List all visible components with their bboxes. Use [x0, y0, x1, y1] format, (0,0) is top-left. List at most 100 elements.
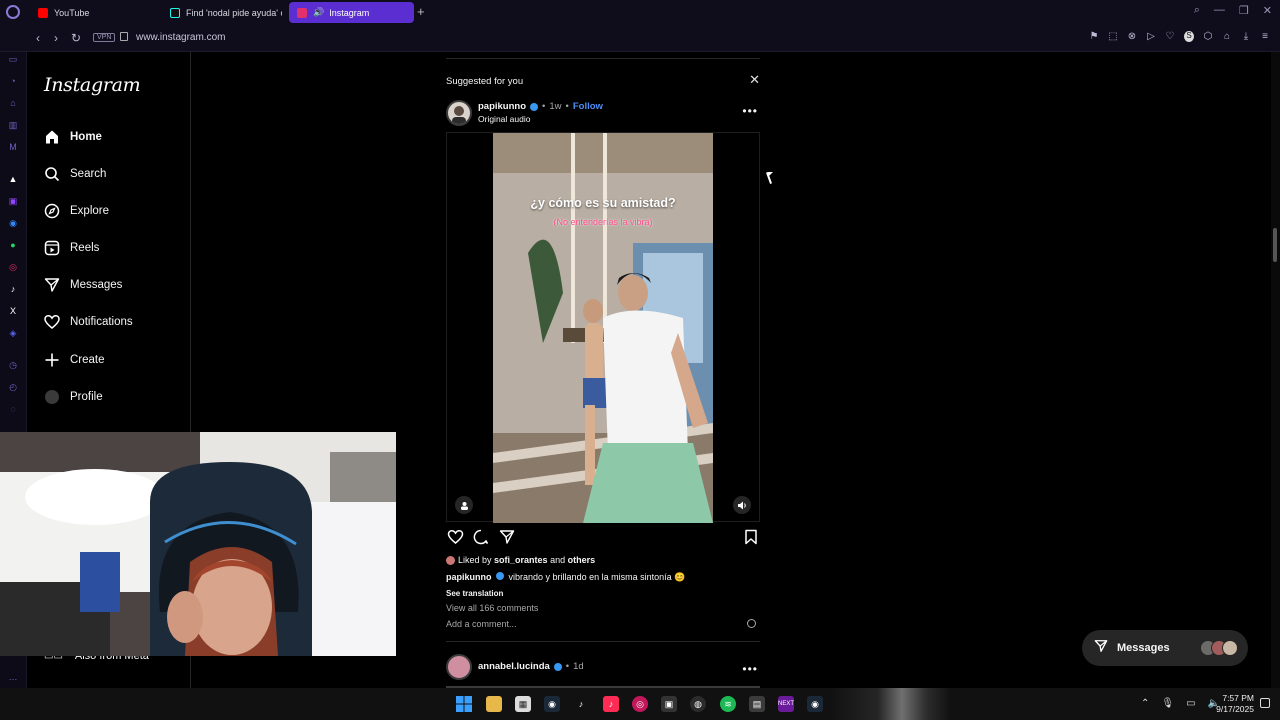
- network-icon[interactable]: ▭: [1186, 698, 1195, 709]
- snapshot-icon[interactable]: ⬚: [1108, 31, 1118, 42]
- url-field[interactable]: www.instagram.com: [136, 32, 225, 43]
- more-options-icon[interactable]: •••: [742, 662, 758, 676]
- comment-input[interactable]: Add a comment...: [446, 619, 517, 629]
- pinboard-icon[interactable]: ▥: [7, 120, 19, 130]
- history-icon[interactable]: ◷: [7, 360, 19, 370]
- emoji-icon[interactable]: [747, 619, 756, 628]
- profile-icon[interactable]: S: [1184, 31, 1194, 42]
- adblock-icon[interactable]: ⊗: [1127, 31, 1137, 42]
- comment-icon[interactable]: [472, 528, 490, 546]
- scrollbar-thumb[interactable]: [1273, 228, 1277, 262]
- tiktok-icon[interactable]: ♪: [7, 284, 19, 294]
- tiktok-icon[interactable]: ♪: [573, 696, 589, 712]
- save-icon[interactable]: [742, 528, 760, 546]
- more-icon[interactable]: …: [7, 672, 19, 682]
- instagram-logo[interactable]: Instagram: [44, 74, 141, 96]
- post-time[interactable]: 1w: [549, 101, 561, 112]
- microphone-icon[interactable]: 🎙: [1161, 698, 1174, 709]
- post-time[interactable]: 1d: [573, 661, 584, 672]
- post-avatar[interactable]: [446, 100, 472, 126]
- nav-create[interactable]: Create: [44, 348, 105, 372]
- liked-others[interactable]: others: [568, 555, 596, 565]
- windows-start-icon[interactable]: [456, 696, 472, 712]
- see-translation-link[interactable]: See translation: [446, 589, 503, 598]
- spotify-icon[interactable]: ≋: [720, 696, 736, 712]
- store-icon[interactable]: ▦: [515, 696, 531, 712]
- opera-logo-icon[interactable]: [6, 5, 20, 19]
- tab-instagram[interactable]: 🔊 Instagram: [289, 2, 414, 23]
- discord-icon[interactable]: ◈: [7, 328, 19, 338]
- nav-notifications[interactable]: Notifications: [44, 310, 133, 334]
- tab-youtube[interactable]: YouTube: [30, 2, 155, 23]
- nav-messages[interactable]: Messages: [44, 273, 122, 297]
- instagram-icon[interactable]: ◎: [7, 262, 19, 272]
- messages-pill[interactable]: Messages: [1082, 630, 1248, 666]
- steam-icon[interactable]: ◉: [544, 696, 560, 712]
- whatsapp-icon[interactable]: ●: [7, 240, 19, 250]
- steam-client-icon[interactable]: ◉: [807, 696, 823, 712]
- caption-username[interactable]: papikunno: [446, 572, 492, 582]
- separator: •: [542, 101, 546, 112]
- nav-reels[interactable]: Reels: [44, 236, 99, 260]
- bookmark-icon[interactable]: ⚑: [1089, 31, 1099, 42]
- liker-avatar[interactable]: [446, 555, 455, 565]
- post-avatar[interactable]: [446, 654, 472, 680]
- audio-label[interactable]: Original audio: [478, 114, 530, 124]
- nav-search[interactable]: Search: [44, 162, 106, 186]
- player-icon[interactable]: ▷: [1146, 31, 1156, 42]
- wallet-icon[interactable]: ⌂: [7, 98, 19, 108]
- notification-icon[interactable]: [1260, 698, 1270, 708]
- next-icon[interactable]: NEXT: [778, 696, 794, 712]
- speed-dial-icon[interactable]: ▭: [7, 54, 19, 64]
- tagged-user-icon[interactable]: [455, 496, 473, 514]
- music-icon[interactable]: M: [7, 142, 19, 152]
- page-scrollbar[interactable]: [1271, 52, 1280, 692]
- mute-icon[interactable]: [733, 496, 751, 514]
- new-tab-button[interactable]: +: [417, 4, 425, 19]
- chat-icon[interactable]: ◌: [7, 404, 19, 414]
- heart-icon[interactable]: ♡: [1165, 31, 1175, 42]
- forward-icon[interactable]: ›: [54, 31, 58, 45]
- menu-icon[interactable]: ≡: [1260, 31, 1270, 42]
- close-icon[interactable]: ✕: [749, 72, 760, 88]
- network-app-icon[interactable]: ▤: [749, 696, 765, 712]
- x-icon[interactable]: X: [7, 306, 19, 316]
- post-username[interactable]: annabel.lucinda: [478, 661, 550, 672]
- more-options-icon[interactable]: •••: [742, 104, 758, 118]
- twitch-icon[interactable]: ▣: [7, 196, 19, 206]
- vpn-badge[interactable]: VPN: [93, 33, 116, 42]
- close-window-icon[interactable]: ✕: [1263, 4, 1272, 17]
- back-icon[interactable]: ‹: [36, 31, 40, 45]
- reel-video[interactable]: ¿y cómo es su amistad? (No entenderías l…: [493, 133, 713, 523]
- reload-icon[interactable]: ↻: [71, 31, 81, 45]
- opera-gx-icon[interactable]: ◎: [632, 696, 648, 712]
- extensions-icon[interactable]: ⬡: [1203, 31, 1213, 42]
- chevron-up-icon[interactable]: ⌃: [1141, 698, 1149, 709]
- like-icon[interactable]: [446, 528, 464, 546]
- clock[interactable]: 7:57 PM 9/17/2025: [1216, 693, 1254, 715]
- tiktok-live-icon[interactable]: ♪: [603, 696, 619, 712]
- view-comments-link[interactable]: View all 166 comments: [446, 603, 538, 613]
- nav-home[interactable]: Home: [44, 125, 102, 149]
- file-explorer-icon[interactable]: [486, 696, 502, 712]
- follow-button[interactable]: Follow: [573, 101, 603, 112]
- aria-icon[interactable]: ◔: [7, 76, 19, 86]
- capture-icon[interactable]: ▣: [661, 696, 677, 712]
- download-icon[interactable]: ⤓: [1241, 31, 1251, 42]
- obs-icon[interactable]: ◍: [690, 696, 706, 712]
- post-media[interactable]: ¿y cómo es su amistad? (No entenderías l…: [446, 132, 760, 523]
- messenger-icon[interactable]: ◉: [7, 218, 19, 228]
- share-icon[interactable]: [498, 528, 516, 546]
- wallet-icon[interactable]: ⌂: [1222, 31, 1232, 42]
- minimize-icon[interactable]: —: [1214, 4, 1225, 17]
- post-username[interactable]: papikunno: [478, 101, 526, 112]
- clock-icon[interactable]: ◴: [7, 382, 19, 392]
- maximize-icon[interactable]: ❐: [1239, 4, 1249, 17]
- liked-user[interactable]: sofi_orantes: [494, 555, 548, 565]
- nav-explore[interactable]: Explore: [44, 199, 109, 223]
- arrow-icon[interactable]: ▲: [7, 174, 19, 184]
- nav-profile[interactable]: Profile: [44, 385, 103, 409]
- lock-icon[interactable]: [120, 32, 128, 41]
- search-tabs-icon[interactable]: ⌕: [1194, 4, 1200, 17]
- tab-tiktok[interactable]: Find 'nodal pide ayuda' o: [162, 2, 282, 23]
